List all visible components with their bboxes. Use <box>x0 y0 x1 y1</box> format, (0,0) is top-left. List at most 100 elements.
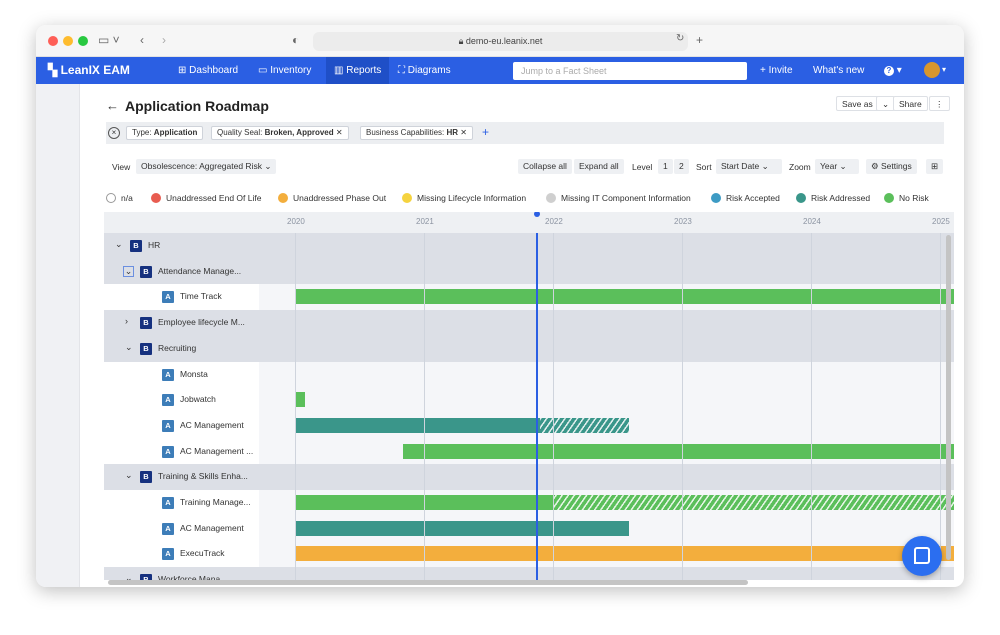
remove-filter-icon[interactable]: ✕ <box>460 128 467 137</box>
fact-sheet-type-badge: B <box>140 266 152 278</box>
year-gridline <box>295 233 296 580</box>
row-name[interactable]: Attendance Manage... <box>158 266 241 276</box>
row-name[interactable]: Training & Skills Enha... <box>158 471 248 481</box>
nav-dashboard[interactable]: ⊞ Dashboard <box>172 57 244 84</box>
row-name[interactable]: Jobwatch <box>180 394 216 404</box>
nav-diagrams[interactable]: ⛶ Diagrams <box>392 57 457 84</box>
table-view-icon[interactable]: ⊞ <box>926 159 943 174</box>
browser-titlebar: ▭ ˅ ‹ › ◐ 🔒︎ demo-eu.leanix.net ↻ + <box>36 25 964 57</box>
back-arrow-icon[interactable]: ← <box>106 98 119 113</box>
view-select[interactable]: Obsolescence: Aggregated Risk ⌄ <box>136 159 276 174</box>
filter-chip-type[interactable]: Type: Application <box>126 126 203 140</box>
lifecycle-bar[interactable] <box>295 521 629 536</box>
row-label[interactable]: AJobwatch <box>104 387 259 413</box>
legend-item: No Risk <box>884 193 929 203</box>
row-label[interactable]: ⌄BHR <box>104 233 259 259</box>
row-label[interactable]: ATraining Manage... <box>104 490 259 516</box>
row-name[interactable]: AC Management ... <box>180 446 253 456</box>
clear-filters-icon[interactable]: × <box>108 127 120 139</box>
row-label[interactable]: AAC Management <box>104 413 259 439</box>
settings-button[interactable]: ⚙ Settings <box>866 159 917 174</box>
filter-chip-quality-seal[interactable]: Quality Seal: Broken, Approved ✕ <box>211 126 349 140</box>
address-bar[interactable]: 🔒︎ demo-eu.leanix.net <box>313 32 688 51</box>
row-label[interactable]: ›BEmployee lifecycle M... <box>104 310 259 336</box>
level-1-button[interactable]: 1 <box>658 159 673 174</box>
chevron-down-icon[interactable]: ⌄ <box>125 342 133 353</box>
row-label[interactable]: ⌄ B Attendance Manage... <box>104 259 259 285</box>
nav-reports[interactable]: ▥ Reports <box>326 57 389 84</box>
user-avatar[interactable] <box>924 62 940 78</box>
row-name[interactable]: AC Management <box>180 523 244 533</box>
chevron-down-icon[interactable]: ⌄ <box>125 573 133 580</box>
app-logo[interactable]: ▚ LeanIX EAM <box>48 63 130 77</box>
fact-sheet-search-input[interactable]: Jump to a Fact Sheet <box>513 62 747 80</box>
legend-label: Risk Accepted <box>726 193 780 203</box>
reload-icon[interactable]: ↻ <box>676 33 684 44</box>
whats-new-link[interactable]: What's new <box>807 57 870 84</box>
reports-icon: ▥ <box>334 65 346 76</box>
row-name[interactable]: Employee lifecycle M... <box>158 317 245 327</box>
fact-sheet-type-badge: A <box>162 548 174 560</box>
horizontal-scrollbar[interactable] <box>108 580 748 585</box>
more-options-icon[interactable]: ⋮ <box>929 96 950 111</box>
forward-icon[interactable]: › <box>162 33 166 47</box>
timeline-row[interactable]: ⌄ B Attendance Manage... <box>104 259 954 285</box>
row-name[interactable]: Training Manage... <box>180 497 251 507</box>
expand-all-button[interactable]: Expand all <box>574 159 624 174</box>
row-name[interactable]: ExecuTrack <box>180 548 225 558</box>
vertical-scrollbar[interactable] <box>946 235 951 560</box>
invite-button[interactable]: + Invite <box>754 57 799 84</box>
sort-select[interactable]: Start Date ⌄ <box>716 159 782 174</box>
timeline-row[interactable]: ⌄BWorkforce Mana... <box>104 567 954 580</box>
zoom-select[interactable]: Year ⌄ <box>815 159 859 174</box>
row-label[interactable]: AAC Management <box>104 516 259 542</box>
chevron-down-icon[interactable]: ⌄ <box>125 470 133 481</box>
maximize-window-button[interactable] <box>78 36 88 46</box>
add-filter-icon[interactable]: + <box>482 125 489 139</box>
chevron-down-icon[interactable]: ⌄ <box>115 239 123 250</box>
row-name[interactable]: AC Management <box>180 420 244 430</box>
timeline-row[interactable]: ⌄ B Recruiting <box>104 336 954 362</box>
lifecycle-bar[interactable] <box>553 495 954 510</box>
collapse-all-button[interactable]: Collapse all <box>518 159 572 174</box>
minimize-window-button[interactable] <box>63 36 73 46</box>
year-tick-label: 2024 <box>803 217 821 226</box>
chevron-right-icon[interactable]: › <box>125 316 128 326</box>
chevron-down-icon[interactable]: ⌄ <box>123 266 134 277</box>
lifecycle-bar[interactable] <box>295 392 305 407</box>
row-label[interactable]: ⌄ B Recruiting <box>104 336 259 362</box>
legend-label: Unaddressed Phase Out <box>293 193 386 203</box>
row-name[interactable]: Monsta <box>180 369 208 379</box>
save-as-button[interactable]: Save as <box>836 96 879 111</box>
back-icon[interactable]: ‹ <box>140 33 144 47</box>
filter-chip-business-capabilities[interactable]: Business Capabilities: HR ✕ <box>360 126 473 140</box>
lifecycle-bar[interactable] <box>295 289 954 304</box>
lifecycle-bar[interactable] <box>295 418 540 433</box>
close-window-button[interactable] <box>48 36 58 46</box>
row-label[interactable]: ATime Track <box>104 284 259 310</box>
lifecycle-bar[interactable] <box>403 444 954 459</box>
timeline-row[interactable]: ›BEmployee lifecycle M... <box>104 310 954 336</box>
lifecycle-bar[interactable] <box>295 546 954 561</box>
chat-button[interactable] <box>902 536 942 576</box>
timeline-row[interactable]: ⌄BHR <box>104 233 954 259</box>
row-name[interactable]: Time Track <box>180 291 222 301</box>
level-2-button[interactable]: 2 <box>674 159 689 174</box>
fact-sheet-type-badge: B <box>140 343 152 355</box>
new-tab-icon[interactable]: + <box>696 33 703 47</box>
sidebar-toggle-icon[interactable]: ▭ ˅ <box>98 33 120 47</box>
row-name[interactable]: HR <box>148 240 160 250</box>
share-button[interactable]: Share <box>893 96 928 111</box>
legend-swatch <box>884 193 894 203</box>
remove-filter-icon[interactable]: ✕ <box>336 128 343 137</box>
row-label[interactable]: A ExecuTrack <box>104 541 259 567</box>
nav-inventory[interactable]: ▭ Inventory <box>252 57 317 84</box>
row-name[interactable]: Recruiting <box>158 343 196 353</box>
row-label[interactable]: AAC Management ... <box>104 439 259 465</box>
help-menu[interactable]: ? ▾ <box>878 57 908 84</box>
row-label[interactable]: ⌄BWorkforce Mana... <box>104 567 259 580</box>
legend-swatch <box>151 193 161 203</box>
row-label[interactable]: ⌄BTraining & Skills Enha... <box>104 464 259 490</box>
timeline-row[interactable]: ⌄BTraining & Skills Enha... <box>104 464 954 490</box>
row-label[interactable]: AMonsta <box>104 362 259 388</box>
